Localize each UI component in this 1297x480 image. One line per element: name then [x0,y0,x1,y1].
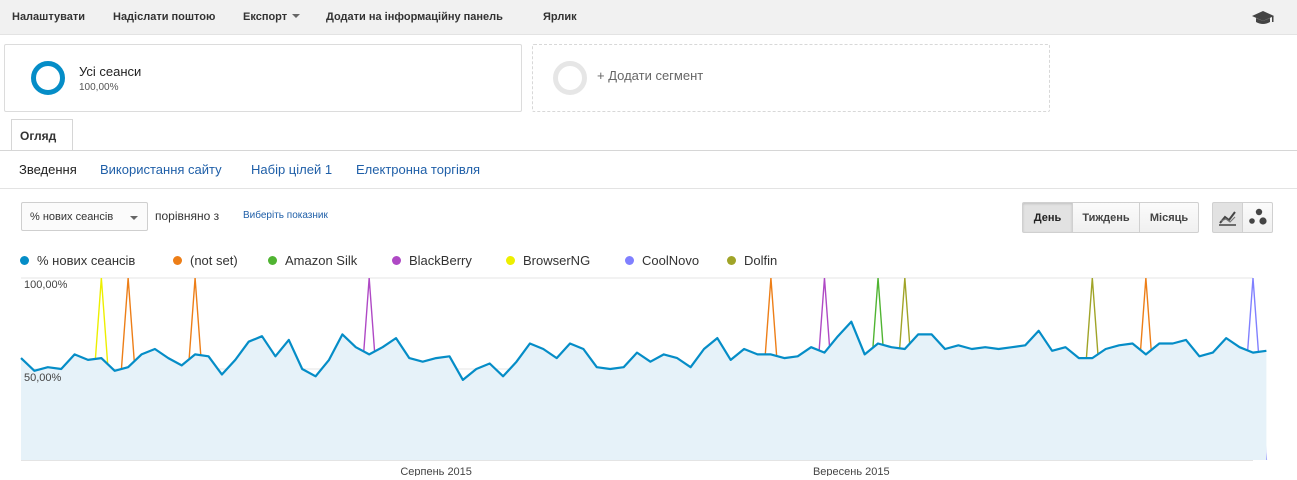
tab-overview[interactable]: Огляд [11,119,73,151]
legend-dot [392,256,401,265]
legend-label: CoolNovo [642,253,700,268]
legend-dot [506,256,515,265]
legend-label: Dolfin [744,253,778,268]
export-button[interactable]: Експорт [243,11,301,23]
segment-all-sessions[interactable]: Усі сеанси 100,00% [4,44,522,112]
series-area [21,321,1267,460]
motion-chart-view-button[interactable] [1242,202,1273,233]
customize-button[interactable]: Налаштувати [12,11,85,23]
legend-dot [268,256,277,265]
add-to-dashboard-button[interactable]: Додати на інформаційну панель [326,11,503,23]
legend-dot [625,256,634,265]
bubble-chart-icon [1249,208,1267,225]
compare-label: порівняно з [155,209,220,223]
shortcut-button[interactable]: Ярлик [543,11,577,23]
y-tick-label: 50,00% [24,372,62,384]
email-button[interactable]: Надіслати поштою [113,11,215,23]
chart-main-series [20,320,1267,460]
segment-percent: 100,00% [79,82,119,93]
chevron-down-icon [130,216,138,220]
subnav-ecommerce[interactable]: Електронна торгівля [356,162,480,177]
metric-dropdown-value: % нових сеансів [30,211,114,223]
period-month-button[interactable]: Місяць [1139,202,1199,233]
chevron-down-icon [292,14,301,18]
choose-metric-link[interactable]: Виберіть показник [243,210,328,221]
metric-dropdown[interactable]: % нових сеансів [21,202,148,231]
legend-label: % нових сеансів [37,253,136,268]
x-tick-label: Вересень 2015 [813,466,890,476]
add-segment-label[interactable]: + Додати сегмент [597,68,703,83]
subnav-divider [0,188,1297,189]
y-tick-label: 100,00% [24,279,68,291]
subnav-goal-set-1[interactable]: Набір цілей 1 [251,162,332,177]
legend-label: BrowserNG [523,253,591,268]
subnav-site-usage[interactable]: Використання сайту [100,162,222,177]
export-label: Експорт [243,11,288,23]
graduation-cap-icon[interactable] [1251,9,1275,27]
legend-dot [727,256,736,265]
line-chart-view-button[interactable] [1212,202,1243,233]
line-chart: 100,00% 50,00% Серпень 2015 Вересень 201… [20,277,1268,476]
line-chart-icon [1219,211,1236,226]
legend-label: BlackBerry [409,253,472,268]
tab-divider [0,150,1297,151]
x-tick-label: Серпень 2015 [400,466,472,476]
empty-segment-ring-icon [553,61,587,95]
legend-dot [20,256,29,265]
subnav-summary[interactable]: Зведення [19,162,77,177]
add-segment-box[interactable]: + Додати сегмент [532,44,1050,112]
report-toolbar: Налаштувати Надіслати поштою Експорт Дод… [0,0,1297,35]
segment-ring-icon [31,61,65,95]
legend-dot [173,256,182,265]
legend-label: Amazon Silk [285,253,358,268]
period-toggle: День Тиждень Місяць [1022,202,1199,233]
legend-label: (not set) [190,253,238,268]
period-day-button[interactable]: День [1022,202,1073,233]
period-week-button[interactable]: Тиждень [1072,202,1140,233]
segment-name: Усі сеанси [79,64,142,79]
